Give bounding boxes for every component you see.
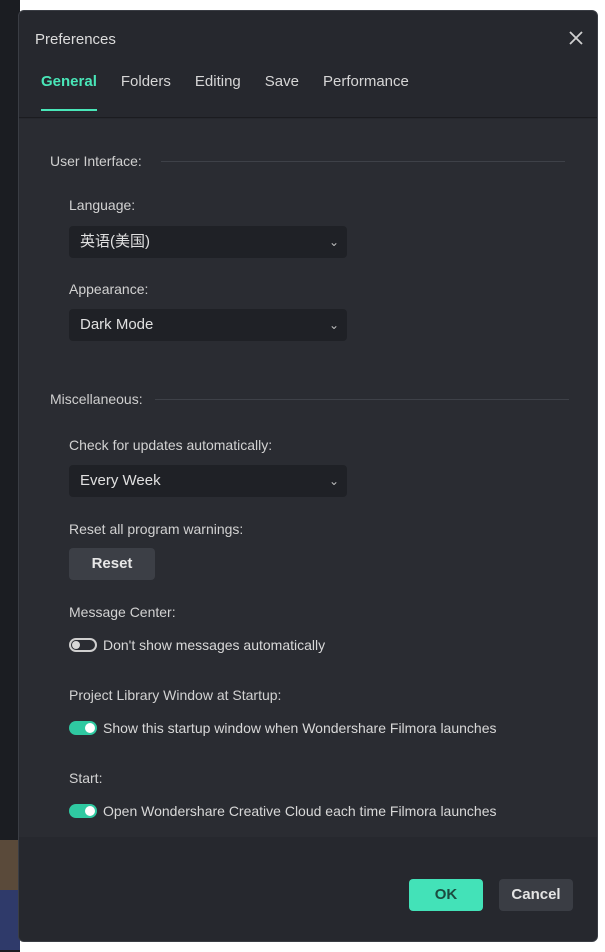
close-icon[interactable]: [565, 27, 587, 49]
section-user-interface: User Interface:: [50, 153, 142, 169]
background-app-edge: [0, 0, 20, 952]
message-toggle[interactable]: [69, 638, 97, 652]
dialog-title: Preferences: [35, 31, 116, 48]
message-toggle-row[interactable]: Don't show messages automatically: [69, 637, 325, 653]
chevron-down-icon: ⌄: [328, 474, 339, 488]
tab-folders[interactable]: Folders: [121, 73, 171, 109]
language-value: 英语(美国): [80, 233, 150, 250]
start-label: Start:: [69, 770, 103, 786]
tab-divider: [19, 117, 597, 118]
start-toggle-text: Open Wondershare Creative Cloud each tim…: [103, 803, 497, 819]
updates-value: Every Week: [80, 472, 161, 489]
tab-performance[interactable]: Performance: [323, 73, 409, 109]
appearance-select[interactable]: Dark Mode ⌄: [69, 309, 347, 341]
tab-save[interactable]: Save: [265, 73, 299, 109]
tab-bar: General Folders Editing Save Performance: [41, 73, 433, 111]
reset-warnings-label: Reset all program warnings:: [69, 521, 244, 537]
project-toggle[interactable]: [69, 721, 97, 735]
project-toggle-row[interactable]: Show this startup window when Wondershar…: [69, 720, 497, 736]
preferences-dialog: Preferences General Folders Editing Save…: [18, 10, 598, 942]
section-miscellaneous: Miscellaneous:: [50, 391, 143, 407]
background-thumbnail: [0, 890, 20, 950]
ok-button[interactable]: OK: [409, 879, 483, 911]
message-toggle-text: Don't show messages automatically: [103, 637, 326, 653]
start-toggle-row[interactable]: Open Wondershare Creative Cloud each tim…: [69, 803, 497, 819]
language-select[interactable]: 英语(美国) ⌄: [69, 226, 347, 258]
chevron-down-icon: ⌄: [328, 235, 339, 249]
project-toggle-text: Show this startup window when Wondershar…: [103, 720, 497, 736]
general-panel: User Interface: Language: 英语(美国) ⌄ Appea…: [19, 119, 597, 837]
tab-editing[interactable]: Editing: [195, 73, 241, 109]
title-bar: Preferences: [19, 11, 597, 67]
toggle-knob: [85, 723, 95, 733]
section-divider: [155, 399, 569, 400]
project-library-label: Project Library Window at Startup:: [69, 687, 282, 703]
reset-button[interactable]: Reset: [69, 548, 155, 580]
message-center-label: Message Center:: [69, 604, 176, 620]
tab-general[interactable]: General: [41, 73, 97, 111]
updates-label: Check for updates automatically:: [69, 437, 273, 453]
toggle-knob: [72, 641, 80, 649]
toggle-knob: [85, 806, 95, 816]
dialog-footer: OK Cancel: [19, 837, 597, 941]
appearance-value: Dark Mode: [80, 316, 154, 333]
chevron-down-icon: ⌄: [328, 318, 339, 332]
cancel-button[interactable]: Cancel: [499, 879, 573, 911]
appearance-label: Appearance:: [69, 281, 149, 297]
updates-select[interactable]: Every Week ⌄: [69, 465, 347, 497]
language-label: Language:: [69, 197, 136, 213]
section-divider: [161, 161, 565, 162]
start-toggle[interactable]: [69, 804, 97, 818]
background-thumbnail: [0, 840, 20, 890]
